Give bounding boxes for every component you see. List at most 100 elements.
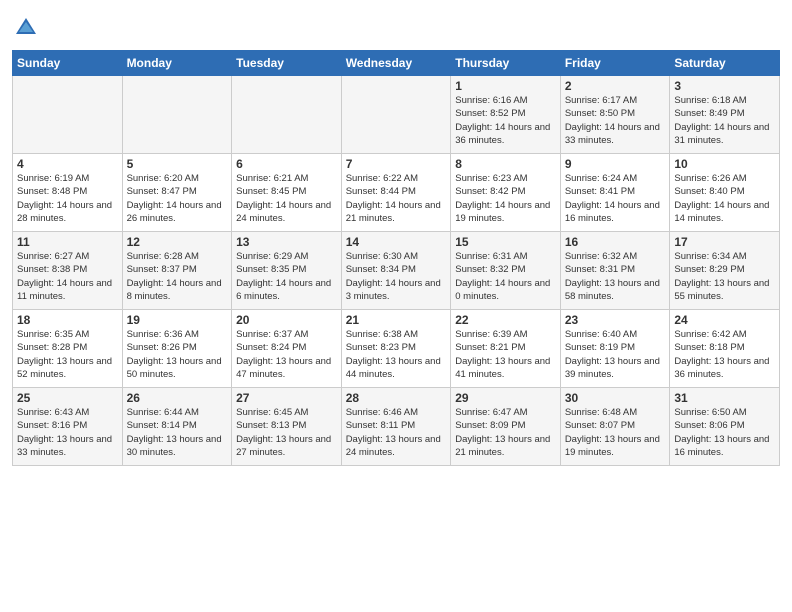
- day-cell: [13, 76, 123, 154]
- day-info: Sunrise: 6:36 AM Sunset: 8:26 PM Dayligh…: [127, 328, 228, 381]
- day-number: 2: [565, 79, 666, 93]
- day-number: 20: [236, 313, 337, 327]
- day-info: Sunrise: 6:43 AM Sunset: 8:16 PM Dayligh…: [17, 406, 118, 459]
- day-cell: 4Sunrise: 6:19 AM Sunset: 8:48 PM Daylig…: [13, 154, 123, 232]
- day-cell: 15Sunrise: 6:31 AM Sunset: 8:32 PM Dayli…: [451, 232, 561, 310]
- day-cell: [232, 76, 342, 154]
- day-cell: 5Sunrise: 6:20 AM Sunset: 8:47 PM Daylig…: [122, 154, 232, 232]
- week-row-2: 4Sunrise: 6:19 AM Sunset: 8:48 PM Daylig…: [13, 154, 780, 232]
- header-day-thursday: Thursday: [451, 51, 561, 76]
- day-number: 29: [455, 391, 556, 405]
- day-number: 31: [674, 391, 775, 405]
- day-info: Sunrise: 6:18 AM Sunset: 8:49 PM Dayligh…: [674, 94, 775, 147]
- day-number: 30: [565, 391, 666, 405]
- day-cell: 23Sunrise: 6:40 AM Sunset: 8:19 PM Dayli…: [560, 310, 670, 388]
- header-day-friday: Friday: [560, 51, 670, 76]
- day-number: 13: [236, 235, 337, 249]
- header-day-saturday: Saturday: [670, 51, 780, 76]
- day-cell: 17Sunrise: 6:34 AM Sunset: 8:29 PM Dayli…: [670, 232, 780, 310]
- day-info: Sunrise: 6:35 AM Sunset: 8:28 PM Dayligh…: [17, 328, 118, 381]
- day-cell: 28Sunrise: 6:46 AM Sunset: 8:11 PM Dayli…: [341, 388, 451, 466]
- day-info: Sunrise: 6:40 AM Sunset: 8:19 PM Dayligh…: [565, 328, 666, 381]
- day-number: 22: [455, 313, 556, 327]
- day-cell: 9Sunrise: 6:24 AM Sunset: 8:41 PM Daylig…: [560, 154, 670, 232]
- day-cell: 30Sunrise: 6:48 AM Sunset: 8:07 PM Dayli…: [560, 388, 670, 466]
- day-info: Sunrise: 6:39 AM Sunset: 8:21 PM Dayligh…: [455, 328, 556, 381]
- day-cell: 14Sunrise: 6:30 AM Sunset: 8:34 PM Dayli…: [341, 232, 451, 310]
- day-cell: 8Sunrise: 6:23 AM Sunset: 8:42 PM Daylig…: [451, 154, 561, 232]
- day-info: Sunrise: 6:42 AM Sunset: 8:18 PM Dayligh…: [674, 328, 775, 381]
- day-cell: 21Sunrise: 6:38 AM Sunset: 8:23 PM Dayli…: [341, 310, 451, 388]
- logo: [12, 14, 42, 42]
- day-info: Sunrise: 6:30 AM Sunset: 8:34 PM Dayligh…: [346, 250, 447, 303]
- day-cell: 12Sunrise: 6:28 AM Sunset: 8:37 PM Dayli…: [122, 232, 232, 310]
- day-cell: 7Sunrise: 6:22 AM Sunset: 8:44 PM Daylig…: [341, 154, 451, 232]
- day-info: Sunrise: 6:34 AM Sunset: 8:29 PM Dayligh…: [674, 250, 775, 303]
- day-number: 18: [17, 313, 118, 327]
- day-number: 7: [346, 157, 447, 171]
- day-number: 26: [127, 391, 228, 405]
- logo-icon: [12, 14, 40, 42]
- day-number: 16: [565, 235, 666, 249]
- week-row-4: 18Sunrise: 6:35 AM Sunset: 8:28 PM Dayli…: [13, 310, 780, 388]
- day-info: Sunrise: 6:47 AM Sunset: 8:09 PM Dayligh…: [455, 406, 556, 459]
- day-info: Sunrise: 6:23 AM Sunset: 8:42 PM Dayligh…: [455, 172, 556, 225]
- day-info: Sunrise: 6:19 AM Sunset: 8:48 PM Dayligh…: [17, 172, 118, 225]
- day-cell: 25Sunrise: 6:43 AM Sunset: 8:16 PM Dayli…: [13, 388, 123, 466]
- day-info: Sunrise: 6:20 AM Sunset: 8:47 PM Dayligh…: [127, 172, 228, 225]
- day-cell: 16Sunrise: 6:32 AM Sunset: 8:31 PM Dayli…: [560, 232, 670, 310]
- day-info: Sunrise: 6:22 AM Sunset: 8:44 PM Dayligh…: [346, 172, 447, 225]
- day-info: Sunrise: 6:27 AM Sunset: 8:38 PM Dayligh…: [17, 250, 118, 303]
- day-cell: 31Sunrise: 6:50 AM Sunset: 8:06 PM Dayli…: [670, 388, 780, 466]
- day-info: Sunrise: 6:21 AM Sunset: 8:45 PM Dayligh…: [236, 172, 337, 225]
- day-number: 3: [674, 79, 775, 93]
- day-number: 24: [674, 313, 775, 327]
- day-number: 15: [455, 235, 556, 249]
- day-info: Sunrise: 6:31 AM Sunset: 8:32 PM Dayligh…: [455, 250, 556, 303]
- day-cell: [341, 76, 451, 154]
- day-cell: 11Sunrise: 6:27 AM Sunset: 8:38 PM Dayli…: [13, 232, 123, 310]
- day-cell: 26Sunrise: 6:44 AM Sunset: 8:14 PM Dayli…: [122, 388, 232, 466]
- day-number: 17: [674, 235, 775, 249]
- day-number: 12: [127, 235, 228, 249]
- day-info: Sunrise: 6:29 AM Sunset: 8:35 PM Dayligh…: [236, 250, 337, 303]
- day-cell: 3Sunrise: 6:18 AM Sunset: 8:49 PM Daylig…: [670, 76, 780, 154]
- day-info: Sunrise: 6:45 AM Sunset: 8:13 PM Dayligh…: [236, 406, 337, 459]
- header-day-tuesday: Tuesday: [232, 51, 342, 76]
- day-number: 8: [455, 157, 556, 171]
- day-cell: 19Sunrise: 6:36 AM Sunset: 8:26 PM Dayli…: [122, 310, 232, 388]
- day-cell: 24Sunrise: 6:42 AM Sunset: 8:18 PM Dayli…: [670, 310, 780, 388]
- day-info: Sunrise: 6:26 AM Sunset: 8:40 PM Dayligh…: [674, 172, 775, 225]
- day-number: 14: [346, 235, 447, 249]
- day-cell: 1Sunrise: 6:16 AM Sunset: 8:52 PM Daylig…: [451, 76, 561, 154]
- day-info: Sunrise: 6:28 AM Sunset: 8:37 PM Dayligh…: [127, 250, 228, 303]
- day-info: Sunrise: 6:46 AM Sunset: 8:11 PM Dayligh…: [346, 406, 447, 459]
- day-number: 9: [565, 157, 666, 171]
- day-cell: 29Sunrise: 6:47 AM Sunset: 8:09 PM Dayli…: [451, 388, 561, 466]
- day-cell: 10Sunrise: 6:26 AM Sunset: 8:40 PM Dayli…: [670, 154, 780, 232]
- day-info: Sunrise: 6:48 AM Sunset: 8:07 PM Dayligh…: [565, 406, 666, 459]
- calendar-table: SundayMondayTuesdayWednesdayThursdayFrid…: [12, 50, 780, 466]
- day-info: Sunrise: 6:37 AM Sunset: 8:24 PM Dayligh…: [236, 328, 337, 381]
- day-cell: 27Sunrise: 6:45 AM Sunset: 8:13 PM Dayli…: [232, 388, 342, 466]
- page-container: SundayMondayTuesdayWednesdayThursdayFrid…: [0, 0, 792, 474]
- day-number: 25: [17, 391, 118, 405]
- day-info: Sunrise: 6:32 AM Sunset: 8:31 PM Dayligh…: [565, 250, 666, 303]
- day-number: 6: [236, 157, 337, 171]
- day-number: 10: [674, 157, 775, 171]
- header-day-sunday: Sunday: [13, 51, 123, 76]
- day-info: Sunrise: 6:24 AM Sunset: 8:41 PM Dayligh…: [565, 172, 666, 225]
- day-number: 4: [17, 157, 118, 171]
- header: [12, 10, 780, 42]
- header-row: SundayMondayTuesdayWednesdayThursdayFrid…: [13, 51, 780, 76]
- week-row-1: 1Sunrise: 6:16 AM Sunset: 8:52 PM Daylig…: [13, 76, 780, 154]
- day-number: 1: [455, 79, 556, 93]
- day-number: 11: [17, 235, 118, 249]
- day-number: 19: [127, 313, 228, 327]
- day-cell: 2Sunrise: 6:17 AM Sunset: 8:50 PM Daylig…: [560, 76, 670, 154]
- week-row-5: 25Sunrise: 6:43 AM Sunset: 8:16 PM Dayli…: [13, 388, 780, 466]
- day-cell: [122, 76, 232, 154]
- header-day-monday: Monday: [122, 51, 232, 76]
- day-info: Sunrise: 6:50 AM Sunset: 8:06 PM Dayligh…: [674, 406, 775, 459]
- day-number: 28: [346, 391, 447, 405]
